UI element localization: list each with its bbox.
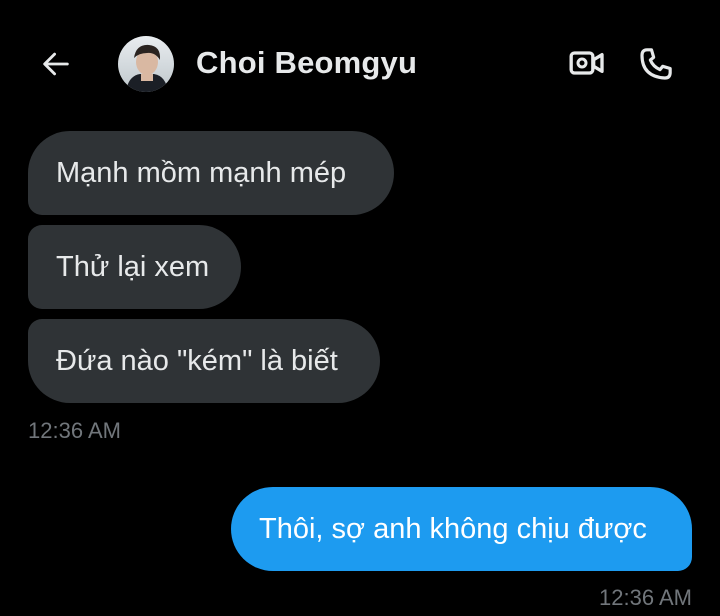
- message-timestamp: 12:36 AM: [28, 418, 121, 443]
- message-bubble-incoming[interactable]: Thử lại xem: [28, 225, 241, 309]
- message-text: Thôi, sợ anh không chịu được: [259, 513, 647, 545]
- avatar-image: [118, 36, 174, 92]
- arrow-left-icon: [43, 52, 69, 76]
- phone-icon: [640, 48, 672, 80]
- message-text: Thử lại xem: [56, 251, 210, 283]
- voice-call-button[interactable]: [634, 42, 678, 86]
- video-call-button[interactable]: [566, 42, 608, 84]
- message-timestamp: 12:36 AM: [599, 585, 692, 610]
- back-button[interactable]: [36, 44, 76, 84]
- message-bubble-incoming[interactable]: Đứa nào "kém" là biết: [28, 319, 380, 403]
- message-text: Đứa nào "kém" là biết: [56, 345, 338, 377]
- avatar[interactable]: [118, 36, 174, 92]
- video-camera-icon: [569, 51, 604, 75]
- message-bubble-incoming[interactable]: Mạnh mồm mạnh mép: [28, 131, 394, 215]
- message-bubble-outgoing[interactable]: Thôi, sợ anh không chịu được: [231, 487, 692, 571]
- contact-name[interactable]: Choi Beomgyu: [196, 45, 417, 81]
- conversation-header: Choi Beomgyu: [0, 0, 720, 125]
- message-text: Mạnh mồm mạnh mép: [56, 157, 347, 189]
